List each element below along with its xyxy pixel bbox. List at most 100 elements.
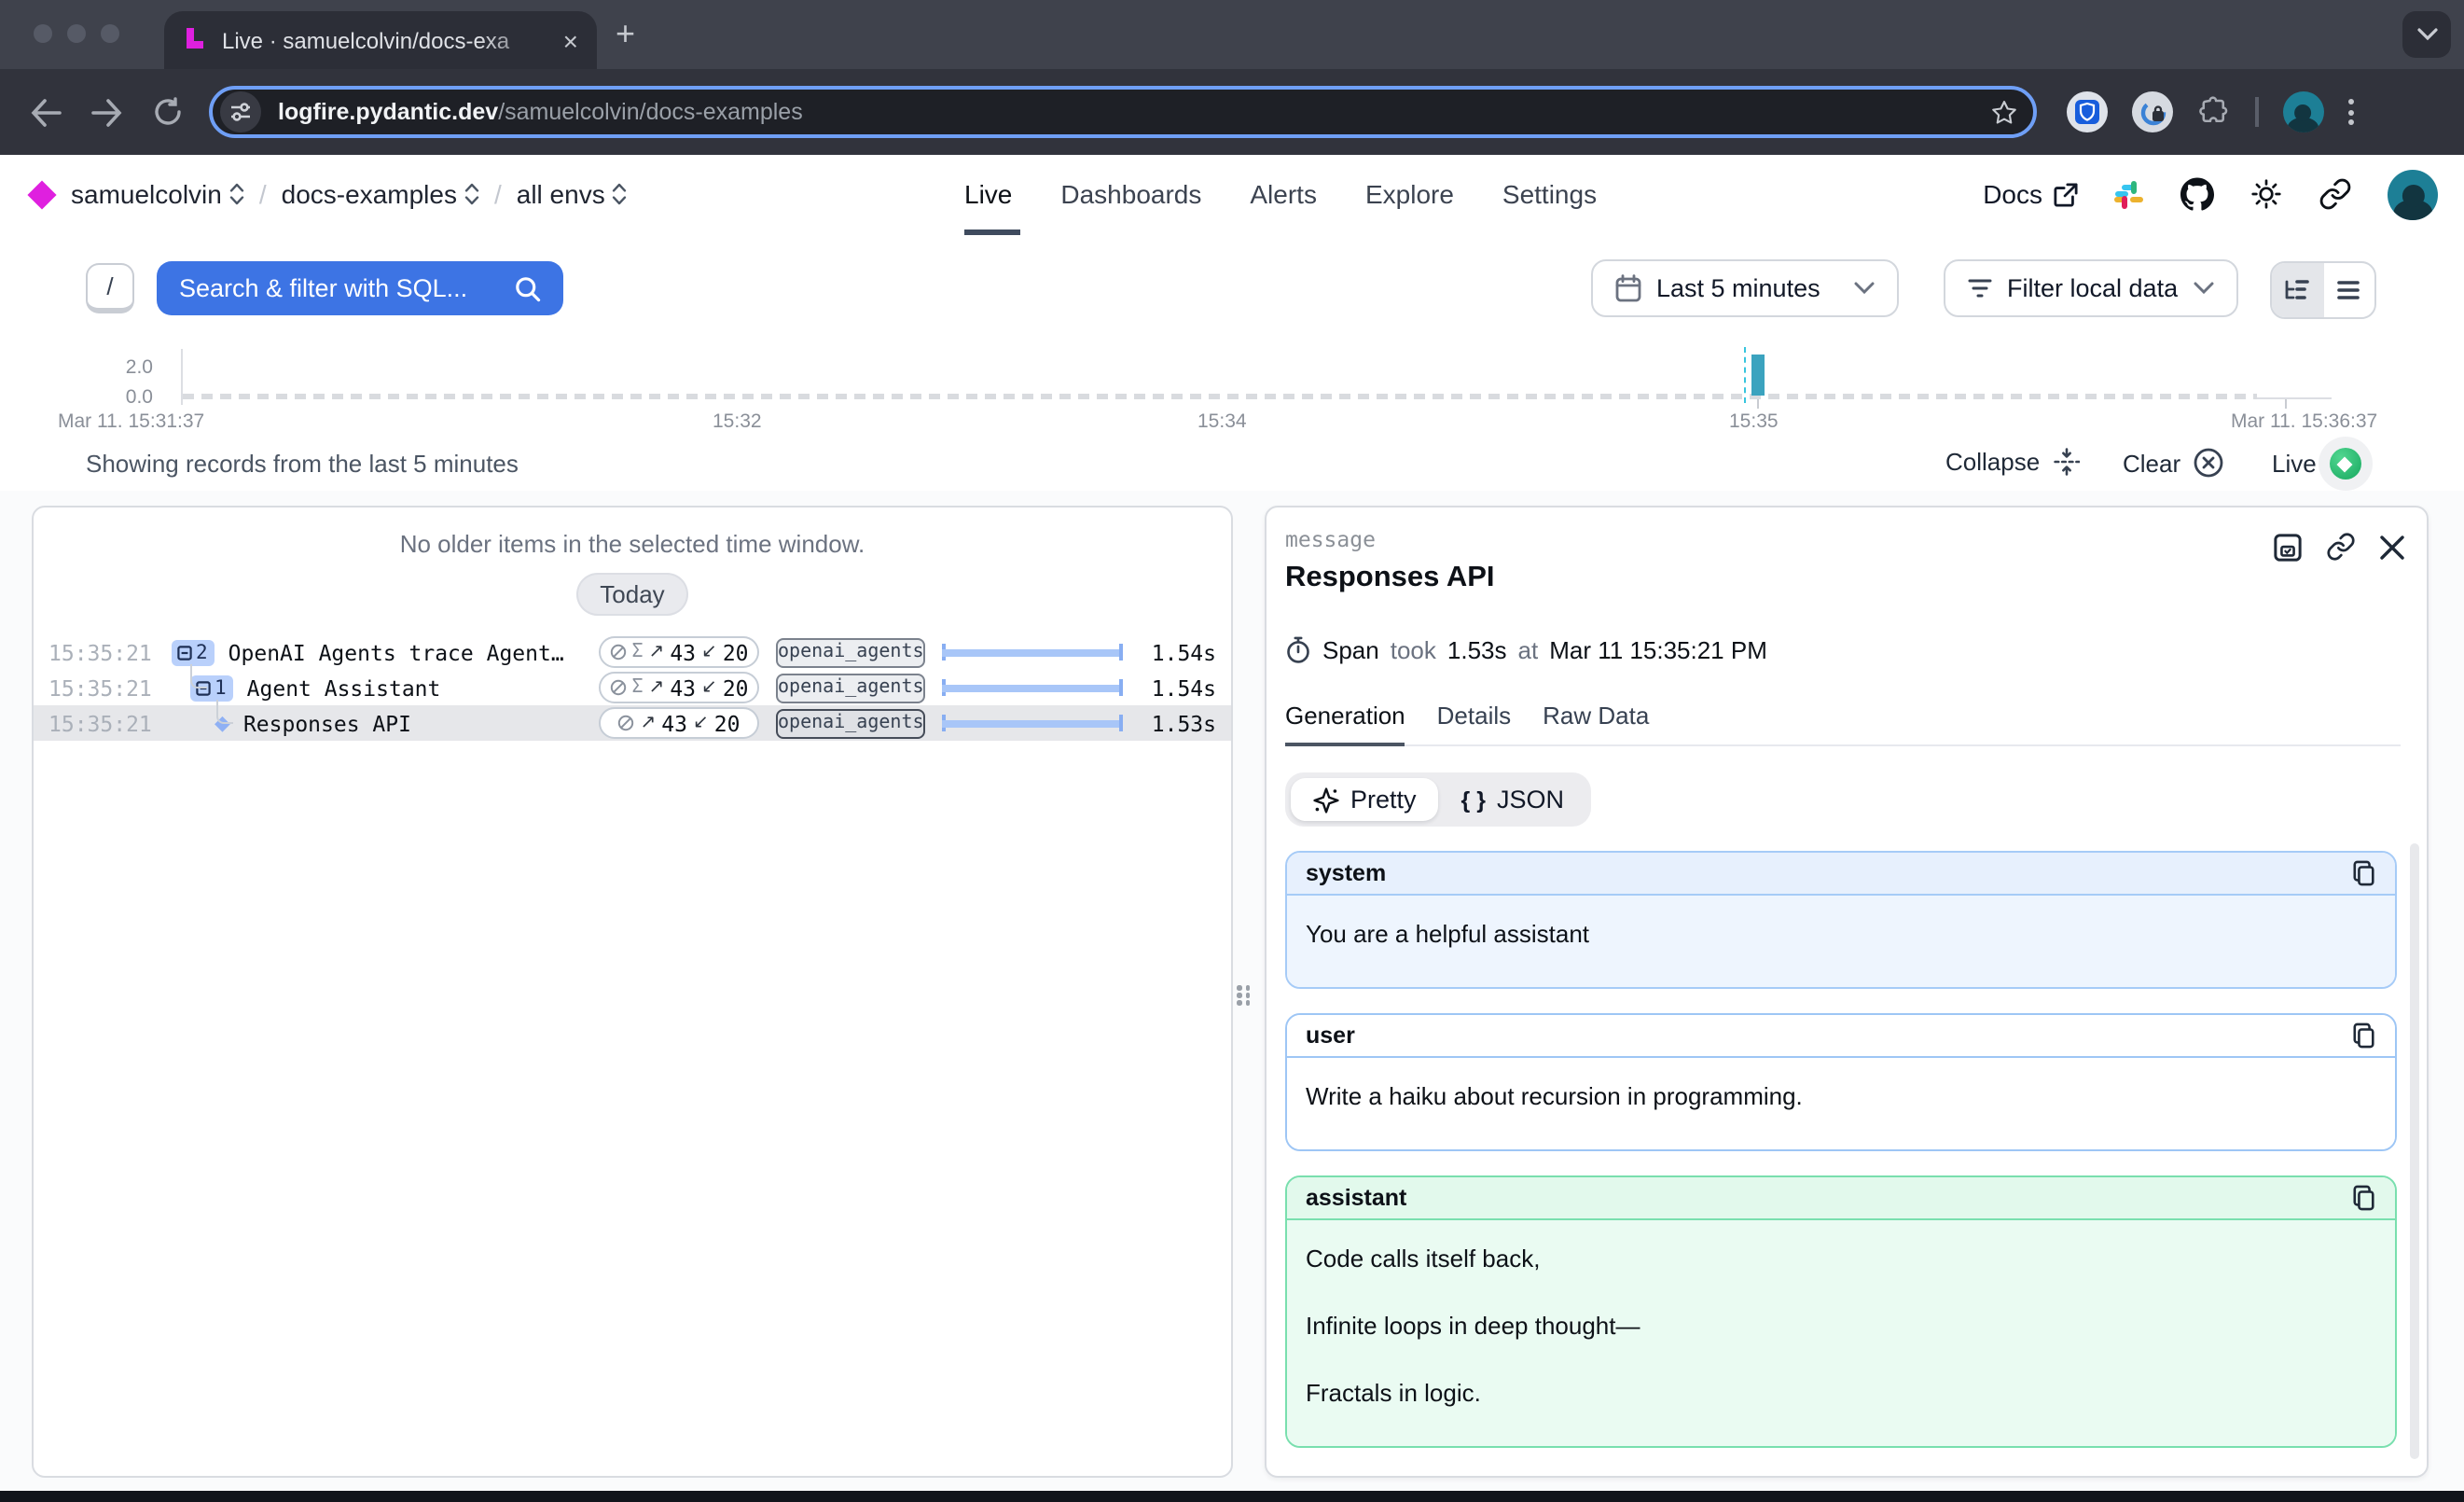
row-timestamp: 15:35:21 [48, 675, 172, 701]
dock-panel-button[interactable] [2274, 533, 2302, 561]
org-selector[interactable]: samuelcolvin [71, 179, 244, 209]
share-link-button[interactable] [2319, 177, 2352, 211]
collapse-children-badge[interactable]: 2 [172, 639, 215, 665]
view-mode-segmented-control [2270, 261, 2376, 319]
token-coin-icon [609, 644, 626, 661]
tree-connector [216, 700, 233, 724]
chevron-down-icon [2416, 28, 2437, 41]
theme-toggle-button[interactable] [2249, 177, 2283, 211]
token-coin-icon [609, 679, 626, 696]
trace-row[interactable]: 15:35:21 2 OpenAI Agents trace Agent… Σ … [34, 634, 1231, 670]
json-view-button[interactable]: { } JSON [1439, 778, 1586, 821]
tab-close-icon[interactable]: × [563, 25, 578, 55]
live-indicator-icon [2330, 448, 2361, 480]
forward-button[interactable] [91, 98, 123, 126]
scope-tag: openai_agents [776, 673, 925, 702]
docs-link[interactable]: Docs [1983, 179, 2078, 209]
filter-local-data-dropdown[interactable]: Filter local data [1944, 259, 2238, 317]
tab-details[interactable]: Details [1437, 702, 1512, 730]
copy-icon [2352, 1022, 2376, 1049]
copy-link-button[interactable] [2326, 532, 2356, 562]
span-detail-panel: message Responses API Span to [1265, 506, 2429, 1478]
nav-tab-alerts[interactable]: Alerts [1250, 179, 1317, 209]
link-icon [2326, 532, 2356, 562]
browser-profile-avatar[interactable] [2282, 91, 2323, 132]
github-link[interactable] [2180, 177, 2214, 211]
timeline-record-spike[interactable] [1751, 355, 1765, 396]
copy-icon [2352, 1185, 2376, 1211]
pretty-view-button[interactable]: Pretty [1291, 778, 1439, 821]
slack-link[interactable] [2113, 178, 2145, 210]
tab-generation[interactable]: Generation [1285, 702, 1405, 730]
timeline-baseline-end [2257, 397, 2332, 399]
token-coin-icon [618, 715, 635, 731]
filter-icon [1968, 278, 1992, 299]
window-close-button[interactable] [34, 24, 52, 43]
message-role: system [1306, 860, 1386, 886]
copy-button[interactable] [2352, 860, 2376, 886]
back-button[interactable] [30, 98, 62, 126]
address-bar[interactable]: logfire.pydantic.dev/samuelcolvin/docs-e… [209, 86, 2037, 138]
extensions-button[interactable] [2197, 95, 2231, 129]
copy-button[interactable] [2352, 1185, 2376, 1211]
window-minimize-button[interactable] [67, 24, 86, 43]
nav-tab-explore[interactable]: Explore [1365, 179, 1454, 209]
span-title: Responses API [1285, 562, 2401, 595]
tab-list-chevron-button[interactable] [2402, 11, 2451, 58]
list-view-icon [2338, 280, 2360, 300]
env-selector[interactable]: all envs [517, 179, 628, 209]
nav-tab-dashboards[interactable]: Dashboards [1060, 179, 1201, 209]
search-button[interactable]: Search & filter with SQL... [157, 261, 563, 315]
nav-tab-live[interactable]: Live [964, 179, 1012, 209]
reload-button[interactable] [153, 97, 183, 127]
row-timestamp: 15:35:21 [48, 710, 172, 736]
token-usage-badge: ↗43 ↙20 [599, 707, 759, 739]
list-view-toggle[interactable] [2323, 263, 2374, 317]
token-usage-badge: Σ ↗43 ↙20 [599, 672, 759, 703]
site-settings-button[interactable] [220, 91, 261, 132]
sigma-icon: Σ [631, 642, 643, 662]
copy-button[interactable] [2352, 1022, 2376, 1049]
new-tab-button[interactable]: + [616, 17, 635, 50]
time-range-dropdown[interactable]: Last 5 minutes [1591, 259, 1899, 317]
back-arrow-icon [30, 98, 62, 126]
records-timeline-chart[interactable]: 2.0 0.0 Mar 11. 15:31:37 15:32 15:34 15:… [0, 338, 2464, 442]
logfire-logo-icon[interactable] [27, 179, 56, 208]
docs-label: Docs [1983, 179, 2042, 209]
github-icon [2180, 177, 2214, 211]
live-toggle[interactable]: Live [2272, 448, 2361, 480]
privacy-extension-button[interactable] [2132, 91, 2173, 132]
tree-view-toggle[interactable] [2272, 263, 2323, 317]
x-tick-label: 15:34 [1197, 410, 1247, 433]
link-icon [2319, 177, 2352, 211]
url-host: logfire.pydantic.dev [278, 99, 498, 125]
nav-tab-settings[interactable]: Settings [1502, 179, 1597, 209]
collapse-button[interactable]: Collapse [1945, 448, 2079, 476]
today-chip[interactable]: Today [575, 573, 688, 616]
detail-panel-scrollbar[interactable] [2410, 843, 2419, 1459]
span-word: Span [1322, 636, 1379, 664]
trace-row[interactable]: 15:35:21 1 Agent Assistant Σ ↗43 ↙20 [34, 670, 1231, 705]
clear-button[interactable]: Clear [2123, 448, 2223, 478]
trace-row-selected[interactable]: 15:35:21 ◆ Responses API ↗43 ↙20 openai_… [34, 705, 1231, 741]
sigma-icon: Σ [631, 677, 643, 698]
tab-raw-data[interactable]: Raw Data [1543, 702, 1649, 730]
project-selector[interactable]: docs-examples [282, 179, 479, 209]
project-name: docs-examples [282, 179, 457, 209]
window-zoom-button[interactable] [101, 24, 119, 43]
chevron-down-icon [2194, 282, 2214, 295]
bookmark-button[interactable] [1990, 98, 2018, 126]
bitwarden-extension-button[interactable] [2067, 91, 2108, 132]
star-icon [1990, 98, 2018, 126]
toolbar-divider [2255, 97, 2258, 127]
browser-menu-button[interactable] [2347, 99, 2353, 125]
pretty-json-toggle: Pretty { } JSON [1285, 772, 1592, 827]
browser-tab[interactable]: Live · samuelcolvin/docs-exa × [164, 11, 597, 69]
braces-icon: { } [1461, 786, 1486, 813]
close-panel-button[interactable] [2380, 535, 2404, 559]
panel-splitter-handle[interactable] [1237, 985, 1251, 1005]
select-chevrons-icon [229, 183, 244, 205]
user-avatar[interactable] [2388, 169, 2438, 219]
url-text[interactable]: logfire.pydantic.dev/samuelcolvin/docs-e… [278, 99, 1990, 125]
tokens-out-arrow-icon: ↙ [701, 677, 717, 698]
